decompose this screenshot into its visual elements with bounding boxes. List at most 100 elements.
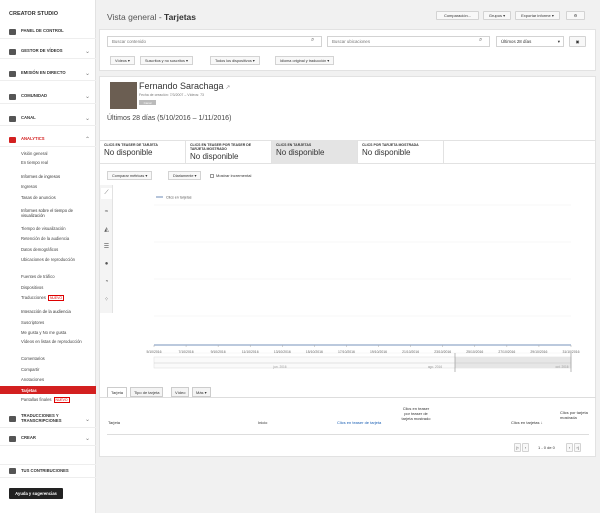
sidebar-section-live[interactable]: EMISIÓN EN DIRECTO ⌄: [0, 67, 96, 81]
sidebar-item-translations[interactable]: Traducciones NUEVO: [21, 295, 65, 301]
content-search-input[interactable]: Buscar contenido: [107, 36, 322, 47]
chevron-down-icon: ▾: [557, 38, 560, 44]
col-card-clicks[interactable]: Clics en tarjetas ↓: [511, 420, 543, 425]
col-card[interactable]: Tarjeta: [108, 420, 120, 425]
calendar-icon: ▣: [575, 39, 580, 44]
metric-teaser-clicks[interactable]: CLICS EN TEASER DE TARJETA No disponible: [100, 140, 186, 164]
sidebar-group-watch-time[interactable]: Informes sobre el tiempo de visualizació…: [21, 208, 91, 218]
range-tick-label: jun. 2016: [272, 365, 286, 369]
chevron-down-icon: ⌄: [84, 94, 90, 100]
sidebar-item-likes[interactable]: Me gusta y No me gusta: [21, 330, 66, 335]
sidebar-item-overview[interactable]: Visión general: [21, 151, 47, 156]
x-tick-label: 9/10/2016: [211, 350, 226, 354]
sidebar-group-revenue[interactable]: Informes de ingresos: [21, 174, 60, 179]
sidebar-item-sharing[interactable]: Compartir: [21, 367, 39, 372]
sidebar-section-translations[interactable]: TRADUCCIONES Y TRANSCRIPCIONES ⌄: [0, 411, 96, 428]
sidebar-item-watch-time[interactable]: Tiempo de visualización: [21, 226, 66, 231]
last-page-button[interactable]: ›|: [574, 443, 581, 452]
sidebar-item-traffic-sources[interactable]: Fuentes de tráfico: [21, 274, 55, 279]
export-report-button[interactable]: Exportar informe ▾: [515, 11, 560, 20]
dashboard-icon: [9, 28, 16, 35]
search-icon[interactable]: ⌕: [479, 37, 482, 44]
search-icon[interactable]: ⌕: [311, 37, 314, 44]
sidebar-section-create[interactable]: CREAR ⌄: [0, 432, 96, 446]
header-divider: [107, 434, 589, 435]
metric-teaser-clicks-rate[interactable]: CLICS EN TEASER POR TEASER DE TARJETA MO…: [186, 140, 272, 164]
range-selection: [455, 357, 571, 368]
x-tick-label: 5/10/2016: [146, 350, 161, 354]
col-card-rate[interactable]: Clics por tarjeta mostrada: [560, 410, 590, 420]
range-tick-label: oct. 2016: [555, 365, 568, 369]
sidebar-item-audience-retention[interactable]: Retención de la audiencia: [21, 236, 69, 241]
next-page-button[interactable]: ›: [566, 443, 573, 452]
location-search-input[interactable]: Buscar ubicaciones: [327, 36, 490, 47]
col-start[interactable]: Inicio: [258, 420, 267, 425]
filter-devices[interactable]: Todos los dispositivos ▾: [210, 56, 260, 65]
sidebar-item-playback-locations[interactable]: Ubicaciones de reproducción: [21, 257, 83, 262]
compare-button[interactable]: Comparación...: [436, 11, 479, 20]
granularity-dropdown[interactable]: Diariamente ▾: [168, 171, 202, 180]
sidebar-item-annotations[interactable]: Anotaciones: [21, 377, 44, 382]
compare-metrics-dropdown[interactable]: Comparar métricas ▾: [107, 171, 153, 180]
sidebar-section-channel[interactable]: CANAL ⌄: [0, 112, 96, 126]
new-badge: NUEVO: [47, 295, 65, 301]
chevron-down-icon: ▾: [550, 13, 554, 18]
sidebar-item-end-screens[interactable]: Pantallas finales NUEVO: [21, 397, 70, 403]
sidebar-section-video-manager[interactable]: GESTOR DE VÍDEOS ⌄: [0, 45, 96, 59]
filter-videos[interactable]: Vídeos ▾: [110, 56, 135, 65]
line-chart: Clics en tarjetas 5/10/2016 7/10/2016 9/10/…: [146, 196, 580, 372]
cumulative-checkbox[interactable]: Mostrar incremental: [210, 173, 251, 178]
metric-card-clicks-rate[interactable]: CLICS POR TARJETA MOSTRADA No disponible: [358, 140, 444, 164]
sidebar-section-analytics[interactable]: ANALYTICS ⌃: [0, 133, 96, 147]
sidebar-item-subscribers[interactable]: Suscriptores: [21, 320, 44, 325]
sidebar-item-revenue[interactable]: Ingresos: [21, 184, 37, 189]
sidebar-item-cards[interactable]: Tarjetas: [21, 388, 37, 393]
tab-divider: [99, 397, 596, 398]
x-tick-label: 15/10/2016: [306, 350, 323, 354]
sidebar-item-demographics[interactable]: Datos demográficos: [21, 247, 58, 252]
translate-icon: [9, 416, 16, 422]
x-tick-label: 25/10/2016: [466, 350, 483, 354]
sidebar-section-community[interactable]: COMUNIDAD ⌄: [0, 90, 96, 104]
metric-card-clicks[interactable]: CLICS EN TARJETAS No disponible: [272, 140, 358, 164]
calendar-button[interactable]: ▣: [569, 36, 586, 47]
help-feedback-button[interactable]: Ayuda y sugerencias: [9, 488, 63, 499]
sidebar-item-realtime[interactable]: En tiempo real: [21, 160, 48, 165]
sidebar-group-engagement[interactable]: Interacción de la audiencia: [21, 309, 71, 314]
date-range-select[interactable]: Últimos 28 días ▾: [496, 36, 564, 47]
new-badge: NUEVO: [53, 397, 70, 403]
sidebar-section-dashboard[interactable]: PANEL DE CONTROL: [0, 25, 96, 39]
analytics-icon: [9, 136, 16, 143]
channel-icon: [9, 115, 16, 122]
sidebar-item-ad-rates[interactable]: Tasas de anuncios: [21, 195, 56, 200]
chevron-down-icon: ▾: [502, 13, 506, 18]
avatar[interactable]: [110, 82, 137, 109]
create-icon: [9, 435, 16, 442]
channel-name[interactable]: Fernando Sarachaga ↗: [139, 81, 230, 91]
groups-button[interactable]: Grupos ▾: [483, 11, 511, 20]
x-tick-label: 13/10/2016: [274, 350, 291, 354]
range-tick-label: ago. 2016: [428, 365, 442, 369]
first-page-button[interactable]: |‹: [514, 443, 521, 452]
external-link-icon: ↗: [223, 85, 231, 91]
filter-subscribed[interactable]: Suscritos y no suscritos ▾: [140, 56, 193, 65]
tab-video[interactable]: Vídeo: [171, 387, 190, 397]
prev-page-button[interactable]: ‹: [522, 443, 529, 452]
col-teaser-clicks[interactable]: Clics en teaser de tarjeta: [337, 420, 381, 425]
sidebar-item-devices[interactable]: Dispositivos: [21, 285, 43, 290]
filter-language[interactable]: Idioma original y traducción ▾: [275, 56, 335, 65]
chevron-down-icon: ⌄: [84, 416, 90, 423]
chevron-down-icon: ⌄: [84, 116, 90, 122]
tab-card-type[interactable]: Tipo de tarjeta: [130, 387, 164, 397]
sidebar-section-contributions[interactable]: TUS CONTRIBUCIONES: [0, 464, 96, 478]
sidebar-item-playlists[interactable]: Vídeos en listas de reproducción: [21, 339, 83, 344]
video-manager-icon: [9, 48, 16, 55]
tab-card[interactable]: Tarjeta: [107, 387, 128, 397]
checkbox-icon: [210, 173, 214, 178]
settings-button[interactable]: ⚙: [566, 11, 585, 20]
sidebar-item-comments[interactable]: Comentarios: [21, 356, 45, 361]
sidebar-active-highlight: [0, 386, 96, 394]
col-teaser-rate[interactable]: Clics en teaser por teaser de tarjeta mo…: [400, 406, 432, 421]
legend-label: Clics en tarjetas: [166, 196, 192, 200]
tab-more[interactable]: Más ▾: [192, 387, 211, 397]
